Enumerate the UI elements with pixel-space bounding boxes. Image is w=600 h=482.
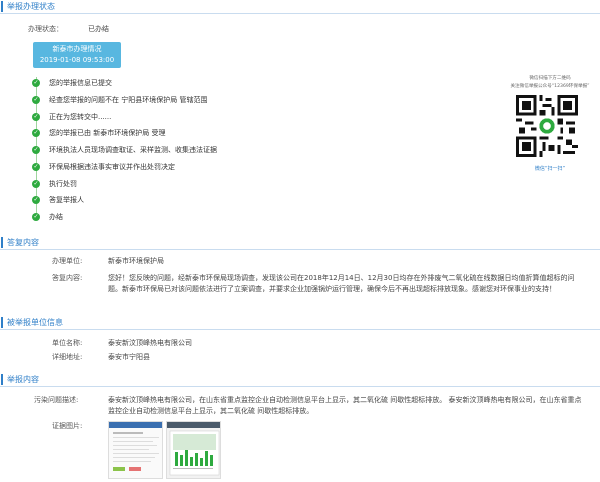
evidence-image[interactable] bbox=[108, 421, 163, 479]
reply-unit-label: 办理单位: bbox=[52, 257, 83, 265]
target-name-value: 泰安新汶顶峰热电有限公司 bbox=[108, 339, 192, 347]
target-section-title: 被举报单位信息 bbox=[7, 318, 63, 327]
section-marker bbox=[1, 237, 3, 248]
target-section-header: 被举报单位信息 bbox=[0, 316, 600, 330]
reply-section-title: 答复内容 bbox=[7, 238, 39, 247]
check-circle-icon: ✓ bbox=[32, 129, 40, 137]
unit-time-box[interactable]: 新泰市办理情况 2019-01-08 09:53:00 bbox=[33, 42, 121, 68]
status-label: 办理状态： bbox=[28, 25, 63, 33]
step-text: 环保局根据违法事实审议并作出处罚决定 bbox=[49, 163, 175, 171]
step-text: 您的举报已由 新泰市环境保护局 受理 bbox=[49, 129, 166, 137]
check-circle-icon: ✓ bbox=[32, 163, 40, 171]
report-section-header: 举报内容 bbox=[0, 373, 600, 387]
check-circle-icon: ✓ bbox=[32, 146, 40, 154]
status-section-title: 举报办理状态 bbox=[7, 2, 55, 11]
reply-unit-value: 新泰市环境保护局 bbox=[108, 257, 164, 265]
report-desc-value: 泰安新汶顶峰热电有限公司，在山东省重点监控企业自动检测信息平台上显示，其二氧化硫… bbox=[108, 396, 582, 415]
report-photo-label: 证据图片: bbox=[52, 422, 83, 430]
unit-time: 2019-01-08 09:53:00 bbox=[39, 56, 115, 64]
check-circle-icon: ✓ bbox=[32, 96, 40, 104]
unit-name: 新泰市办理情况 bbox=[52, 45, 102, 53]
check-circle-icon: ✓ bbox=[32, 180, 40, 188]
step-text: 正在为您转交中...... bbox=[49, 113, 112, 121]
check-circle-icon: ✓ bbox=[32, 79, 40, 87]
section-marker bbox=[1, 317, 3, 328]
section-marker bbox=[1, 1, 3, 12]
target-addr-label: 详细地址: bbox=[52, 353, 83, 361]
status-section-header: 举报办理状态 bbox=[0, 0, 600, 14]
reply-section-header: 答复内容 bbox=[0, 236, 600, 250]
reply-content-value: 您好！您反映的问题，经新泰市环保局现场调查，发现该公司在2018年12月14日、… bbox=[108, 274, 575, 293]
target-name-label: 单位名称: bbox=[52, 339, 83, 347]
qr-code-icon bbox=[516, 95, 578, 157]
report-section-title: 举报内容 bbox=[7, 375, 39, 384]
check-circle-icon: ✓ bbox=[32, 213, 40, 221]
step-text: 答复举报人 bbox=[49, 196, 84, 204]
qr-scan-label: 微信“扫一扫” bbox=[534, 166, 566, 172]
section-marker bbox=[1, 374, 3, 385]
step-text: 环境执法人员现场调查取证、采样监测、收集违法证据 bbox=[49, 146, 217, 154]
check-circle-icon: ✓ bbox=[32, 196, 40, 204]
qr-caption-line1: 微信扫描下方二维码 bbox=[529, 76, 571, 81]
target-addr-value: 泰安市宁阳县 bbox=[108, 353, 150, 361]
evidence-image[interactable] bbox=[166, 421, 221, 479]
step-text: 经查您举报的问题不在 宁阳县环境保护局 管辖范围 bbox=[49, 96, 208, 104]
reply-content-label: 答复内容: bbox=[52, 274, 83, 282]
qr-caption-line2: 关注微信举报公众号“12369环保举报” bbox=[510, 84, 590, 89]
step-text: 执行处罚 bbox=[49, 180, 77, 188]
check-circle-icon: ✓ bbox=[32, 113, 40, 121]
step-text: 办结 bbox=[49, 213, 63, 221]
status-value: 已办结 bbox=[88, 25, 109, 33]
step-text: 您的举报信息已提交 bbox=[49, 79, 112, 87]
report-desc-label: 污染问题描述: bbox=[34, 396, 79, 404]
